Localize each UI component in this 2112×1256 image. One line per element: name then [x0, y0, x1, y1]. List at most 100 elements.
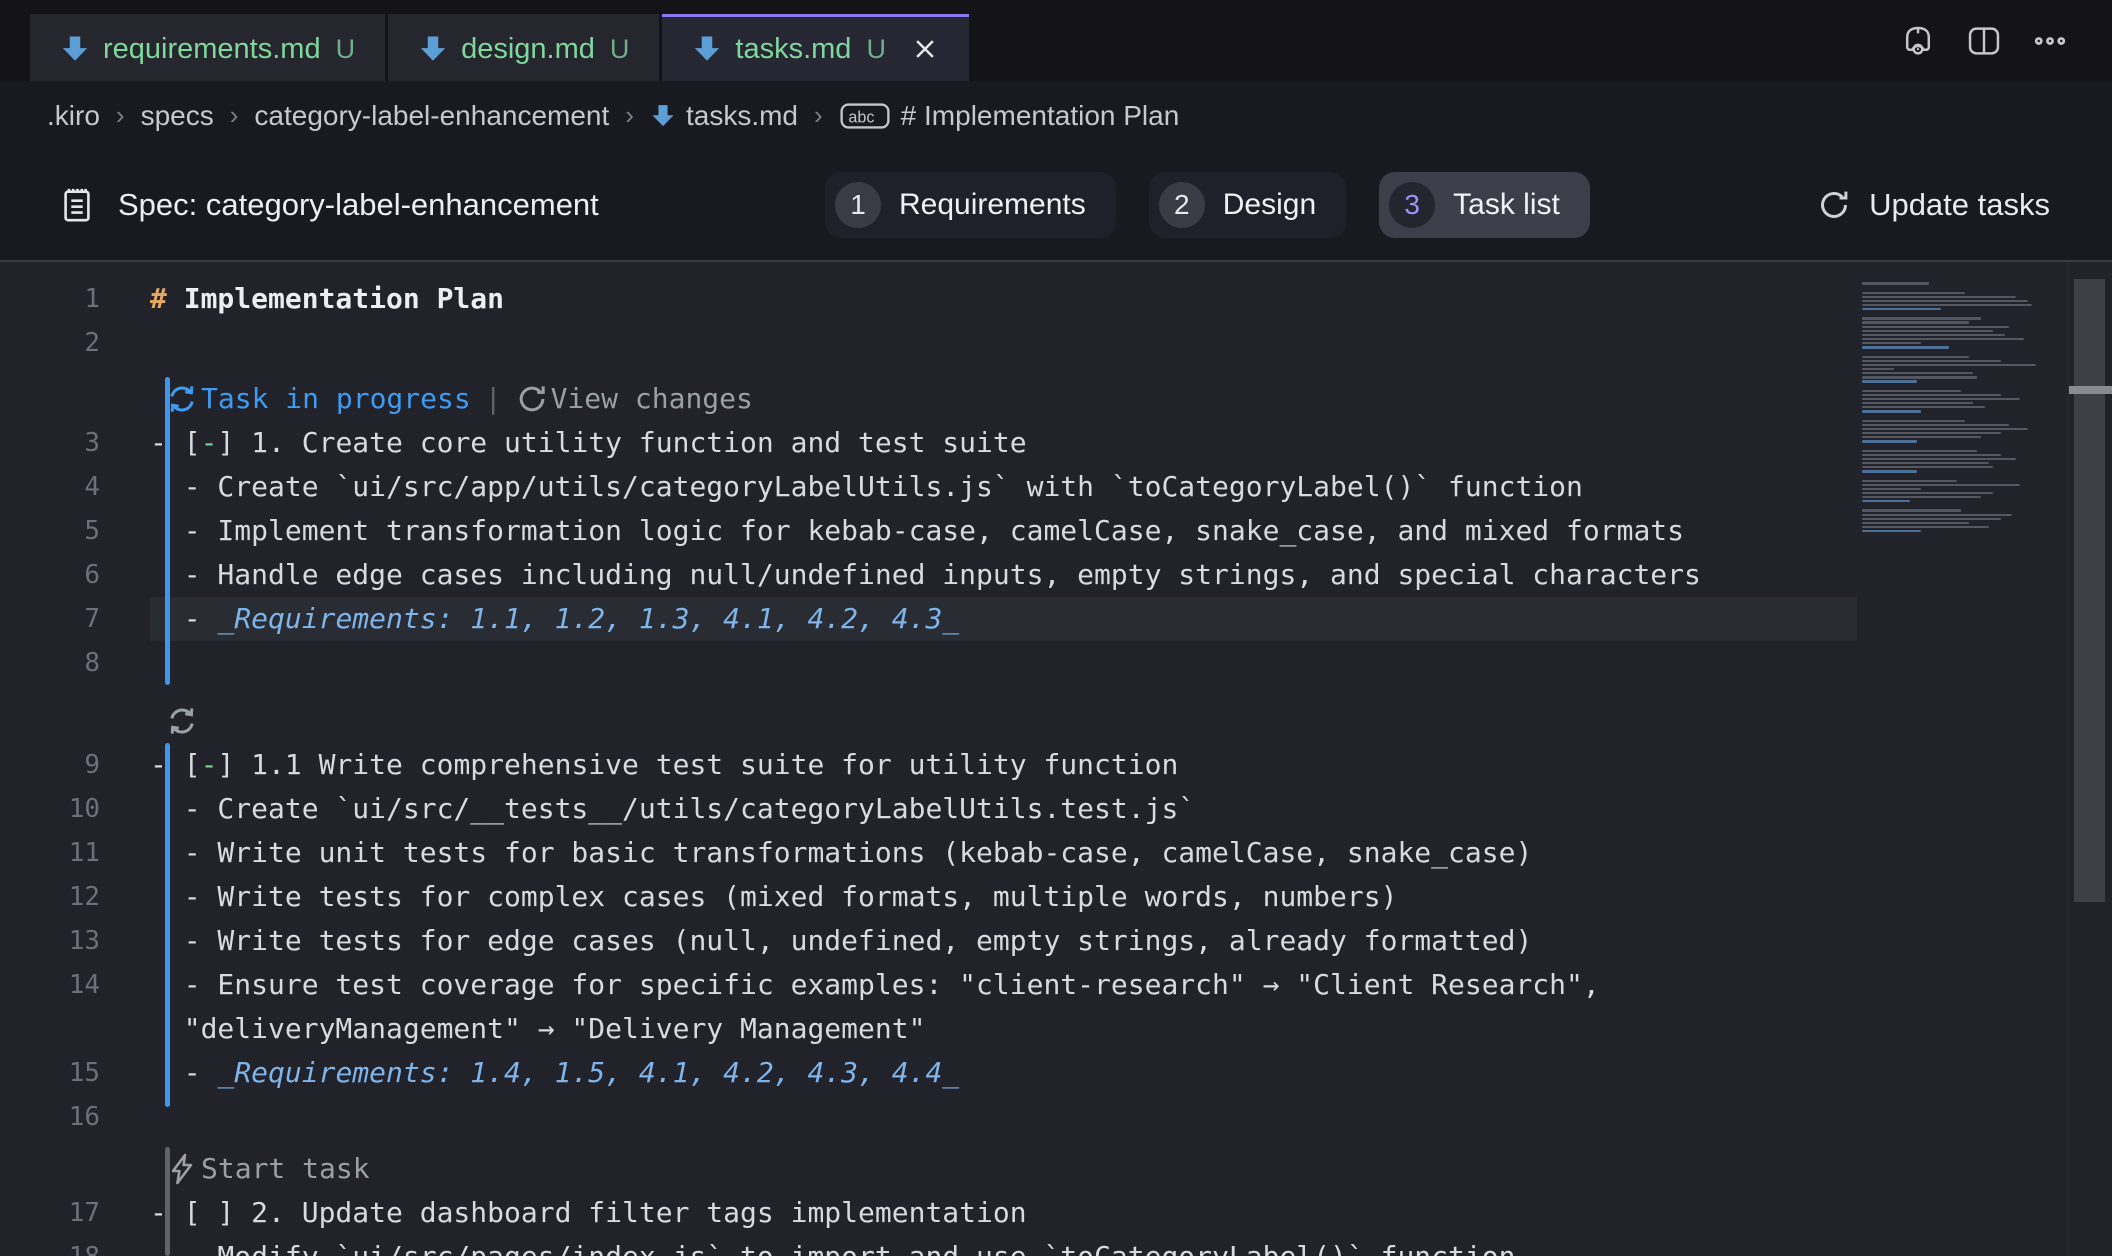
- line-number: 16: [0, 1095, 100, 1139]
- editor[interactable]: 1# Implementation Plan2 Task in progress|…: [0, 262, 2112, 1256]
- spec-notepad-icon: [58, 185, 96, 225]
- minimap-block: [1862, 509, 2060, 532]
- code-lines: 1# Implementation Plan2 Task in progress|…: [0, 262, 2112, 1256]
- codelens-task-in-progress: Task in progress|View changes: [0, 377, 2112, 421]
- markdown-file-icon: [60, 34, 90, 64]
- minimap-block: [1862, 480, 2060, 503]
- tab-label: requirements.md: [103, 33, 321, 66]
- scrollbar-thumb[interactable]: [2074, 279, 2105, 902]
- minimap[interactable]: [1862, 282, 2060, 539]
- spec-header: Spec: category-label-enhancement: [58, 150, 599, 260]
- code-line[interactable]: 17- [ ] 2. Update dashboard filter tags …: [0, 1191, 2112, 1235]
- breadcrumb-separator: ›: [814, 100, 823, 131]
- step-number-badge: 3: [1389, 182, 1435, 228]
- line-number: 13: [0, 919, 100, 963]
- line-number: 14: [0, 963, 100, 1007]
- line-number: 7: [0, 597, 100, 641]
- line-number: 18: [0, 1235, 100, 1256]
- git-status-badge: U: [866, 34, 886, 65]
- breadcrumb-separator: ›: [625, 100, 634, 131]
- code-line[interactable]: 16: [0, 1095, 2112, 1139]
- spec-steps: 1 Requirements 2 Design 3 Task list: [825, 172, 1590, 238]
- view-changes-icon: [516, 383, 548, 415]
- code-line[interactable]: 11 - Write unit tests for basic transfor…: [0, 831, 2112, 875]
- breadcrumb-item[interactable]: category-label-enhancement: [254, 100, 609, 132]
- tab-tasks.md[interactable]: tasks.mdU: [662, 14, 969, 81]
- code-line[interactable]: 3- [-] 1. Create core utility function a…: [0, 421, 2112, 465]
- spec-step-task-list[interactable]: 3 Task list: [1379, 172, 1590, 238]
- markdown-file-icon: [692, 34, 722, 64]
- svg-text:abc: abc: [848, 108, 874, 126]
- line-number: 6: [0, 553, 100, 597]
- step-label: Requirements: [899, 188, 1086, 222]
- code-line[interactable]: 4 - Create `ui/src/app/utils/categoryLab…: [0, 465, 2112, 509]
- spec-bar: Spec: category-label-enhancement 1 Requir…: [0, 150, 2112, 262]
- tab-label: design.md: [461, 33, 595, 66]
- line-number: 10: [0, 787, 100, 831]
- line-number: 8: [0, 641, 100, 685]
- line-number: [0, 1007, 100, 1051]
- breadcrumb-separator: ›: [230, 100, 239, 131]
- close-icon[interactable]: [911, 35, 939, 63]
- line-number: 12: [0, 875, 100, 919]
- refresh-icon: [1817, 188, 1851, 222]
- spec-step-design[interactable]: 2 Design: [1149, 172, 1346, 238]
- markdown-file-icon: [650, 103, 676, 129]
- more-actions-icon[interactable]: [2032, 23, 2068, 59]
- codelens-spinner: [0, 699, 2112, 743]
- sync-spinner-icon: [166, 383, 198, 415]
- breadcrumb-item[interactable]: abc# Implementation Plan: [839, 99, 1180, 133]
- code-line[interactable]: 7 - _Requirements: 1.1, 1.2, 1.3, 4.1, 4…: [0, 597, 2112, 641]
- step-label: Design: [1223, 188, 1316, 222]
- editor-actions: [1900, 0, 2068, 81]
- sync-spinner-icon: [166, 705, 198, 737]
- code-line[interactable]: 1# Implementation Plan: [0, 277, 2112, 321]
- tab-requirements.md[interactable]: requirements.mdU: [30, 14, 385, 81]
- step-number-badge: 1: [835, 182, 881, 228]
- minimap-block: [1862, 356, 2060, 383]
- code-line[interactable]: 18 - Modify `ui/src/pages/index.js` to i…: [0, 1235, 2112, 1256]
- step-number-badge: 2: [1159, 182, 1205, 228]
- line-number: 9: [0, 743, 100, 787]
- minimap-block: [1862, 282, 2060, 285]
- code-line[interactable]: 14 - Ensure test coverage for specific e…: [0, 963, 2112, 1007]
- pending-task-bar: [165, 1147, 170, 1256]
- code-line[interactable]: 13 - Write tests for edge cases (null, u…: [0, 919, 2112, 963]
- code-line[interactable]: 8: [0, 641, 2112, 685]
- overview-ruler-cursor-marker: [2069, 386, 2112, 394]
- active-task-bar: [165, 743, 170, 1107]
- line-number: 2: [0, 321, 100, 365]
- code-line[interactable]: 6 - Handle edge cases including null/und…: [0, 553, 2112, 597]
- minimap-block: [1862, 292, 2060, 311]
- start-task-link[interactable]: Start task: [201, 1147, 370, 1191]
- code-line[interactable]: 12 - Write tests for complex cases (mixe…: [0, 875, 2112, 919]
- lightning-bolt-icon: [166, 1153, 198, 1185]
- markdown-file-icon: [418, 34, 448, 64]
- breadcrumb-item[interactable]: specs: [141, 100, 214, 132]
- minimap-block: [1862, 317, 2060, 348]
- active-task-bar: [165, 377, 170, 685]
- code-line[interactable]: 15 - _Requirements: 1.4, 1.5, 4.1, 4.2, …: [0, 1051, 2112, 1095]
- kiro-agent-icon[interactable]: [1900, 23, 1936, 59]
- git-status-badge: U: [610, 34, 630, 65]
- code-line[interactable]: 2: [0, 321, 2112, 365]
- step-label: Task list: [1453, 188, 1560, 222]
- update-tasks-button[interactable]: Update tasks: [1817, 150, 2050, 260]
- minimap-block: [1862, 450, 2060, 473]
- view-changes-link[interactable]: View changes: [551, 377, 753, 421]
- tab-list: requirements.mdUdesign.mdUtasks.mdU: [30, 14, 969, 81]
- breadcrumb-item[interactable]: tasks.md: [650, 100, 798, 132]
- spec-step-requirements[interactable]: 1 Requirements: [825, 172, 1116, 238]
- spec-title: Spec: category-label-enhancement: [118, 187, 599, 223]
- split-editor-icon[interactable]: [1966, 23, 2002, 59]
- breadcrumb-separator: ›: [116, 100, 125, 131]
- code-line[interactable]: 9- [-] 1.1 Write comprehensive test suit…: [0, 743, 2112, 787]
- code-line[interactable]: 10 - Create `ui/src/__tests__/utils/cate…: [0, 787, 2112, 831]
- code-line[interactable]: 5 - Implement transformation logic for k…: [0, 509, 2112, 553]
- tab-design.md[interactable]: design.md U: [388, 14, 659, 81]
- task-in-progress-label[interactable]: Task in progress: [201, 377, 471, 421]
- scrollbar[interactable]: [2068, 262, 2112, 1256]
- breadcrumb-item[interactable]: .kiro: [47, 100, 100, 132]
- code-line[interactable]: "deliveryManagement" → "Delivery Managem…: [0, 1007, 2112, 1051]
- line-number: 4: [0, 465, 100, 509]
